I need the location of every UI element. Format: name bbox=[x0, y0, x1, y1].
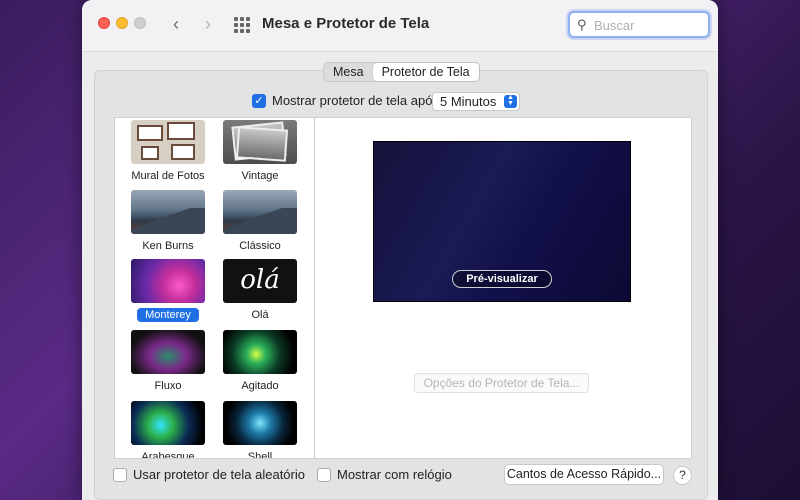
monterey-thumbnail bbox=[131, 259, 205, 303]
zoom-window-button[interactable] bbox=[134, 17, 146, 29]
agitado-thumbnail bbox=[223, 330, 297, 374]
saver-arabesque[interactable]: Arabesque bbox=[122, 401, 214, 459]
saver-monterey[interactable]: Monterey bbox=[122, 259, 214, 323]
saver-label: Ken Burns bbox=[142, 240, 194, 252]
saver-ola[interactable]: olá Olá bbox=[214, 259, 306, 322]
search-icon: ⚲ bbox=[577, 17, 587, 32]
show-clock-label: Mostrar com relógio bbox=[337, 467, 452, 482]
saver-label: Vintage bbox=[241, 170, 279, 182]
show-after-select[interactable]: 5 Minutos ▲ ▼ bbox=[432, 92, 520, 111]
show-after-row: ✓ Mostrar protetor de tela após bbox=[252, 93, 439, 108]
saver-label: Arabesque bbox=[141, 451, 195, 459]
saver-agitado[interactable]: Agitado bbox=[214, 330, 306, 393]
saver-ken-burns[interactable]: Ken Burns bbox=[122, 190, 214, 253]
random-saver-label: Usar protetor de tela aleatório bbox=[133, 467, 305, 482]
search-field[interactable]: ⚲ bbox=[568, 11, 710, 38]
title-bar: ‹ › Mesa e Protetor de Tela ⚲ bbox=[82, 0, 718, 52]
ola-thumbnail: olá bbox=[223, 259, 297, 303]
minimize-window-button[interactable] bbox=[116, 17, 128, 29]
saver-mural-de-fotos[interactable]: Mural de Fotos bbox=[122, 120, 214, 183]
arabesque-thumbnail bbox=[131, 401, 205, 445]
screensaver-preview: Pré-visualizar bbox=[373, 141, 631, 302]
saver-label: Olá bbox=[251, 309, 269, 321]
vintage-thumbnail bbox=[223, 120, 297, 164]
mural-thumbnail bbox=[131, 120, 205, 164]
screensaver-detail-panel: Pré-visualizar Opções do Protetor de Tel… bbox=[314, 117, 692, 459]
show-clock-checkbox[interactable] bbox=[317, 467, 331, 482]
show-after-checkbox[interactable]: ✓ bbox=[252, 93, 266, 108]
hot-corners-button[interactable]: Cantos de Acesso Rápido... bbox=[504, 464, 664, 485]
tab-bar: Mesa Protetor de Tela bbox=[323, 62, 480, 82]
saver-label: Mural de Fotos bbox=[131, 170, 205, 182]
random-saver-row: Usar protetor de tela aleatório bbox=[113, 467, 305, 482]
classico-thumbnail bbox=[223, 190, 297, 234]
show-after-label: Mostrar protetor de tela após bbox=[272, 93, 439, 108]
chevron-updown-icon: ▲ ▼ bbox=[504, 94, 517, 108]
show-clock-row: Mostrar com relógio bbox=[317, 467, 452, 482]
show-after-value: 5 Minutos bbox=[440, 94, 497, 109]
search-input[interactable] bbox=[594, 16, 704, 34]
saver-label: Shell bbox=[247, 451, 273, 459]
forward-icon[interactable]: › bbox=[198, 12, 218, 36]
saver-label: Fluxo bbox=[154, 380, 182, 392]
show-all-grid-icon[interactable] bbox=[234, 17, 250, 33]
back-icon[interactable]: ‹ bbox=[166, 12, 186, 36]
screensaver-options-button: Opções do Protetor de Tela... bbox=[414, 373, 589, 393]
tab-protetor-de-tela[interactable]: Protetor de Tela bbox=[372, 63, 479, 81]
saver-label: Clássico bbox=[239, 240, 281, 252]
screensaver-list[interactable]: Mural de Fotos Vintage Ken Burns Clássic… bbox=[114, 117, 314, 459]
saver-label-selected: Monterey bbox=[137, 308, 199, 322]
saver-shell[interactable]: Shell bbox=[214, 401, 306, 459]
random-saver-checkbox[interactable] bbox=[113, 467, 127, 482]
saver-label: Agitado bbox=[241, 380, 279, 392]
close-window-button[interactable] bbox=[98, 17, 110, 29]
fluxo-thumbnail bbox=[131, 330, 205, 374]
shell-thumbnail bbox=[223, 401, 297, 445]
ken-burns-thumbnail bbox=[131, 190, 205, 234]
system-preferences-window: ‹ › Mesa e Protetor de Tela ⚲ Mesa Prote… bbox=[82, 0, 718, 500]
saver-vintage[interactable]: Vintage bbox=[214, 120, 306, 183]
help-button[interactable]: ? bbox=[673, 466, 692, 485]
saver-classico[interactable]: Clássico bbox=[214, 190, 306, 253]
preview-button[interactable]: Pré-visualizar bbox=[452, 270, 552, 288]
saver-fluxo[interactable]: Fluxo bbox=[122, 330, 214, 393]
tab-mesa[interactable]: Mesa bbox=[324, 63, 373, 81]
window-title: Mesa e Protetor de Tela bbox=[262, 15, 430, 32]
